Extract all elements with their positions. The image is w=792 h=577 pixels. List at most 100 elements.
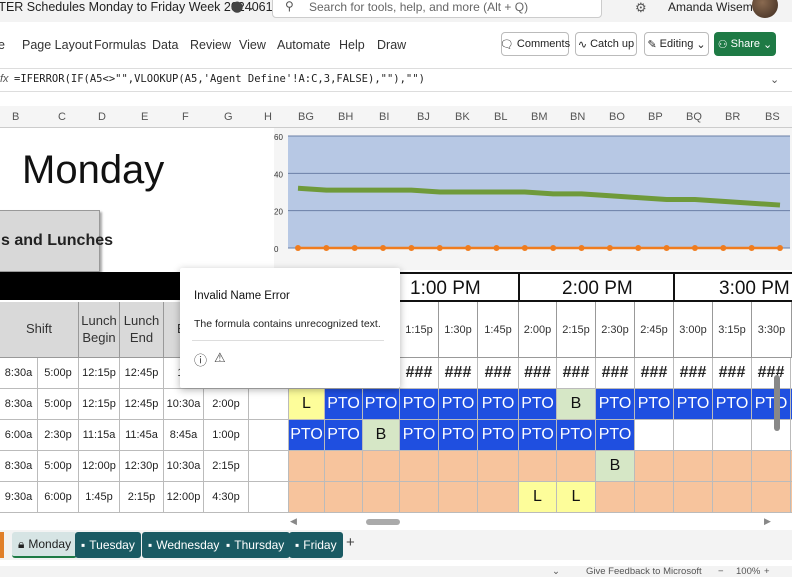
settings-gear-icon[interactable]: ⚙ <box>635 0 647 16</box>
schedule-cell[interactable]: ### <box>596 358 635 389</box>
schedule-cell[interactable]: L <box>519 482 557 513</box>
catch-up-button[interactable]: ∿ Catch up <box>575 32 637 56</box>
table-cell[interactable] <box>249 451 289 482</box>
time-slot-header[interactable]: 2:45p <box>635 302 674 358</box>
table-cell[interactable]: 10:30a <box>164 451 204 482</box>
schedule-cell[interactable] <box>635 420 674 451</box>
staffing-chart[interactable]: 0 20 40 60 <box>274 128 792 270</box>
column-header[interactable]: H <box>264 111 272 123</box>
table-cell[interactable]: 8:30a <box>0 451 38 482</box>
expand-formula-chevron-icon[interactable]: ⌄ <box>770 73 779 86</box>
schedule-cell[interactable]: L <box>557 482 596 513</box>
table-cell[interactable]: 12:45p <box>120 389 164 420</box>
schedule-cell[interactable]: PTO <box>674 389 713 420</box>
table-cell[interactable]: 1:45p <box>79 482 120 513</box>
menu-draw[interactable]: Draw <box>377 38 406 52</box>
column-header[interactable]: BI <box>379 111 389 123</box>
table-cell[interactable]: 2:00p <box>204 389 249 420</box>
table-cell[interactable]: 8:30a <box>0 358 38 389</box>
schedule-cell[interactable]: PTO <box>596 420 635 451</box>
column-header[interactable]: BH <box>338 111 353 123</box>
help-icon[interactable]: ⓘ <box>194 350 207 369</box>
schedule-cell[interactable]: B <box>596 451 635 482</box>
schedule-cell[interactable] <box>596 482 635 513</box>
table-cell[interactable] <box>249 389 289 420</box>
table-cell[interactable]: 2:15p <box>204 451 249 482</box>
previous-tab-edge[interactable] <box>0 532 4 558</box>
share-button[interactable]: ⚇ Share ⌄ <box>714 32 776 56</box>
zoom-in-icon[interactable]: + <box>764 566 770 577</box>
time-slot-header[interactable]: 2:15p <box>557 302 596 358</box>
menu-review[interactable]: Review <box>190 38 231 52</box>
schedule-cell[interactable]: PTO <box>289 420 325 451</box>
table-cell[interactable]: 5:00p <box>38 451 79 482</box>
time-slot-header[interactable]: 3:15p <box>713 302 752 358</box>
table-cell[interactable] <box>249 482 289 513</box>
horizontal-scrollbar-thumb[interactable] <box>366 519 400 525</box>
table-cell[interactable]: 11:15a <box>79 420 120 451</box>
schedule-cell[interactable]: PTO <box>325 420 363 451</box>
time-slot-header[interactable]: 1:15p <box>400 302 439 358</box>
schedule-cell[interactable]: PTO <box>519 420 557 451</box>
search-input[interactable]: Search for tools, help, and more (Alt + … <box>309 0 528 14</box>
table-cell[interactable]: 10:30a <box>164 389 204 420</box>
tab-tuesday[interactable]: ▪ Tuesday <box>75 532 141 558</box>
schedule-cell[interactable]: PTO <box>325 389 363 420</box>
schedule-cell[interactable] <box>363 451 400 482</box>
table-cell[interactable]: 12:45p <box>120 358 164 389</box>
shift-header[interactable]: Shift <box>0 302 79 358</box>
menu-data[interactable]: Data <box>152 38 178 52</box>
lunch-begin-header[interactable]: Lunch Begin <box>79 302 120 358</box>
column-header[interactable]: BN <box>570 111 585 123</box>
table-cell[interactable]: 4:30p <box>204 482 249 513</box>
autosave-icon[interactable]: ⬤ ⌄ <box>231 0 256 13</box>
schedule-cell[interactable]: ### <box>674 358 713 389</box>
table-cell[interactable]: 12:00p <box>79 451 120 482</box>
column-header[interactable]: BQ <box>686 111 702 123</box>
schedule-cell[interactable] <box>325 451 363 482</box>
schedule-cell[interactable]: PTO <box>478 420 519 451</box>
time-slot-header[interactable]: 1:45p <box>478 302 519 358</box>
time-slot-header[interactable]: 2:00p <box>519 302 557 358</box>
schedule-cell[interactable] <box>289 482 325 513</box>
schedule-cell[interactable]: PTO <box>478 389 519 420</box>
table-cell[interactable] <box>249 420 289 451</box>
zoom-out-icon[interactable]: − <box>718 566 724 577</box>
schedule-cell[interactable] <box>713 451 752 482</box>
column-header[interactable]: BM <box>531 111 548 123</box>
zoom-level[interactable]: 100% <box>736 566 760 577</box>
lunch-end-header[interactable]: Lunch End <box>120 302 164 358</box>
schedule-cell[interactable]: PTO <box>752 389 791 420</box>
scroll-left-arrow-icon[interactable]: ◀ <box>290 516 297 527</box>
table-cell[interactable]: 5:00p <box>38 389 79 420</box>
schedule-cell[interactable]: PTO <box>557 420 596 451</box>
schedule-cell[interactable]: ### <box>752 358 791 389</box>
menu-help[interactable]: Help <box>339 38 365 52</box>
schedule-cell[interactable] <box>752 420 791 451</box>
column-header[interactable]: G <box>224 111 233 123</box>
avatar[interactable] <box>752 0 778 18</box>
search-box[interactable]: ⚲ Search for tools, help, and more (Alt … <box>272 0 602 18</box>
tab-wednesday[interactable]: ▪ Wednesday <box>142 532 226 558</box>
table-cell[interactable]: 9:30a <box>0 482 38 513</box>
schedule-cell[interactable]: ### <box>519 358 557 389</box>
menu-view[interactable]: View <box>239 38 266 52</box>
column-header[interactable]: BG <box>298 111 314 123</box>
schedule-cell[interactable]: ### <box>400 358 439 389</box>
schedule-cell[interactable]: PTO <box>439 389 478 420</box>
formula-input[interactable]: =IFERROR(IF(A5<>"",VLOOKUP(A5,'Agent Def… <box>14 73 425 85</box>
schedule-cell[interactable] <box>674 482 713 513</box>
table-cell[interactable]: 12:15p <box>79 389 120 420</box>
add-sheet-icon[interactable]: + <box>346 534 355 551</box>
schedule-cell[interactable]: PTO <box>635 389 674 420</box>
table-cell[interactable]: 5:00p <box>38 358 79 389</box>
time-slot-header[interactable]: 2:30p <box>596 302 635 358</box>
table-cell[interactable]: 6:00p <box>38 482 79 513</box>
menu-home[interactable]: e <box>0 38 5 52</box>
menu-automate[interactable]: Automate <box>277 38 331 52</box>
vertical-scrollbar-thumb[interactable] <box>774 375 780 431</box>
schedule-cell[interactable] <box>519 451 557 482</box>
column-header[interactable]: BL <box>494 111 507 123</box>
schedule-cell[interactable] <box>635 451 674 482</box>
schedule-cell[interactable]: ### <box>478 358 519 389</box>
